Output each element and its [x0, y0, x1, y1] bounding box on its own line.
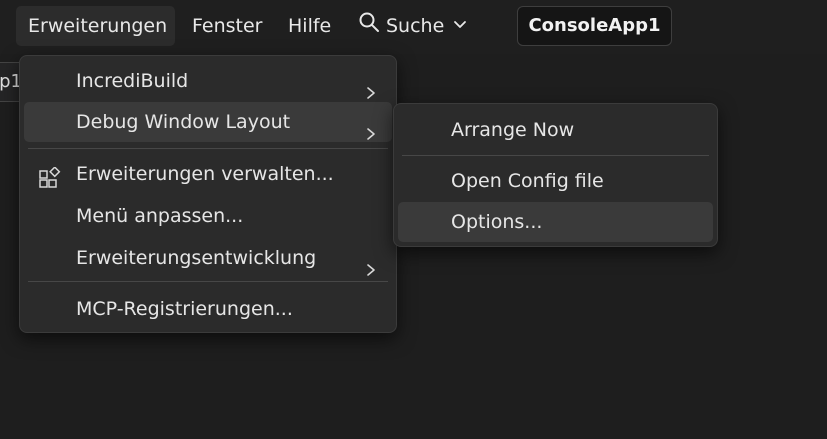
menu-item-label: IncrediBuild: [76, 70, 189, 92]
extensions-menu: IncrediBuild Debug Window Layout Erweite…: [19, 55, 397, 333]
menu-item-label: Open Config file: [451, 170, 604, 192]
menu-item-manage-extensions[interactable]: Erweiterungen verwalten...: [24, 154, 392, 194]
menu-separator: [402, 155, 709, 156]
chevron-right-icon: [364, 115, 378, 155]
menu-item-label: Options...: [451, 211, 543, 233]
search-label: Suche: [386, 15, 445, 37]
menu-item-label: Menü anpassen...: [76, 205, 244, 227]
menu-item-options[interactable]: Options...: [398, 202, 713, 242]
menu-bar: Erweiterungen Fenster Hilfe Suche Consol…: [0, 0, 827, 54]
menu-item-label: Erweiterungsentwicklung: [76, 247, 317, 269]
menu-erweiterungen[interactable]: Erweiterungen: [16, 6, 175, 46]
menu-separator: [28, 281, 388, 282]
menu-item-label: Debug Window Layout: [76, 111, 291, 133]
debug-window-layout-submenu: Arrange Now Open Config file Options...: [393, 103, 718, 247]
menu-fenster[interactable]: Fenster: [180, 6, 274, 46]
chevron-down-icon: [452, 7, 468, 47]
document-tab-fragment[interactable]: p1: [0, 62, 20, 102]
menu-item-incredibuild[interactable]: IncrediBuild: [24, 61, 392, 101]
menu-hilfe[interactable]: Hilfe: [276, 6, 343, 46]
menu-item-mcp-registrations[interactable]: MCP-Registrierungen...: [24, 289, 392, 329]
document-tab-label: p1: [0, 71, 19, 92]
project-name-badge[interactable]: ConsoleApp1: [517, 6, 672, 46]
chevron-right-icon: [364, 251, 378, 291]
menu-item-customize-menu[interactable]: Menü anpassen...: [24, 196, 392, 236]
menu-item-label: Erweiterungen verwalten...: [76, 163, 334, 185]
menu-item-open-config-file[interactable]: Open Config file: [398, 161, 713, 201]
menu-separator: [28, 148, 388, 149]
menu-item-label: Arrange Now: [451, 119, 575, 141]
search-button[interactable]: Suche: [346, 6, 480, 46]
menu-item-extension-development[interactable]: Erweiterungsentwicklung: [24, 238, 392, 278]
search-icon: [358, 7, 380, 47]
menu-item-debug-window-layout[interactable]: Debug Window Layout: [24, 102, 392, 142]
menu-item-arrange-now[interactable]: Arrange Now: [398, 110, 713, 150]
menu-item-label: MCP-Registrierungen...: [76, 298, 293, 320]
